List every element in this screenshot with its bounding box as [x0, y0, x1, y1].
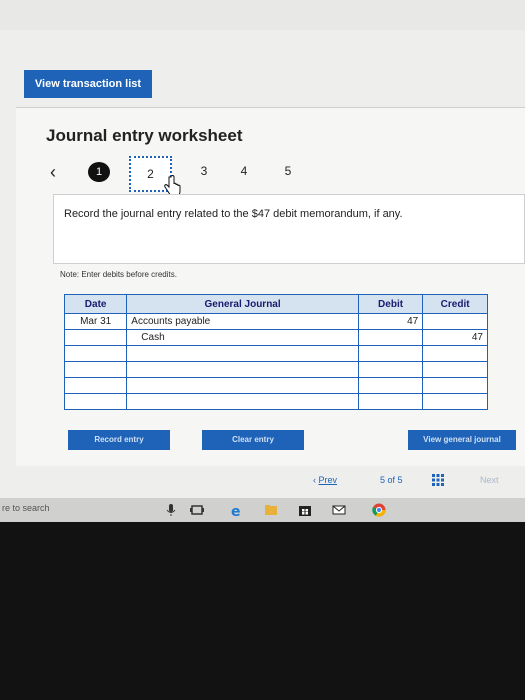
table-row — [63, 345, 488, 362]
worksheet-title: Journal entry worksheet — [46, 126, 243, 145]
instruction-text: Record the journal entry related to the … — [64, 208, 403, 220]
top-bar — [0, 0, 525, 30]
credit-cell[interactable] — [422, 377, 488, 394]
page-position: 5 of 5 — [380, 475, 403, 485]
instruction-box — [53, 194, 525, 264]
microphone-icon[interactable] — [164, 503, 178, 517]
date-cell[interactable] — [63, 393, 128, 410]
file-explorer-icon[interactable] — [264, 503, 278, 517]
mail-icon[interactable] — [332, 503, 346, 517]
step-1-button[interactable]: 1 — [88, 162, 110, 182]
debit-header: Debit — [357, 294, 424, 314]
account-cell[interactable]: Cash — [126, 329, 359, 346]
credit-cell[interactable] — [422, 393, 488, 410]
table-row — [63, 377, 488, 394]
chevron-left-icon[interactable]: ‹ — [50, 162, 56, 182]
view-transaction-list-button[interactable]: View transaction list — [24, 70, 152, 98]
taskbar-search-text[interactable]: re to search — [2, 503, 50, 513]
account-cell[interactable] — [126, 393, 359, 410]
date-cell[interactable]: Mar 31 — [63, 313, 128, 330]
edge-browser-icon[interactable]: e — [230, 503, 244, 517]
account-cell[interactable] — [126, 361, 359, 378]
credit-cell[interactable]: 47 — [422, 329, 488, 346]
view-general-journal-button[interactable]: View general journal — [408, 430, 516, 450]
account-cell[interactable]: Accounts payable — [126, 313, 359, 330]
next-button[interactable]: Next — [480, 475, 499, 485]
journal-table: Date General Journal Debit Credit Mar 31… — [63, 294, 488, 410]
store-icon[interactable] — [298, 503, 312, 517]
svg-text:e: e — [231, 504, 241, 517]
debit-cell[interactable] — [357, 345, 424, 362]
task-view-icon[interactable] — [190, 503, 204, 517]
credit-cell[interactable] — [422, 361, 488, 378]
note-text: Note: Enter debits before credits. — [60, 270, 177, 279]
account-header: General Journal — [126, 294, 359, 314]
debit-cell[interactable] — [357, 393, 424, 410]
step-3-button[interactable]: 3 — [194, 163, 214, 179]
table-row: Cash 47 — [63, 329, 488, 346]
clear-entry-button[interactable]: Clear entry — [202, 430, 304, 450]
prev-label: Prev — [318, 475, 338, 485]
account-cell[interactable] — [126, 377, 359, 394]
step-5-button[interactable]: 5 — [278, 163, 298, 179]
account-cell[interactable] — [126, 345, 359, 362]
date-cell[interactable] — [63, 361, 128, 378]
table-header-row: Date General Journal Debit Credit — [63, 294, 488, 314]
chrome-browser-icon[interactable] — [372, 503, 386, 517]
step-4-button[interactable]: 4 — [234, 163, 254, 179]
taskbar — [0, 498, 525, 522]
record-entry-button[interactable]: Record entry — [68, 430, 170, 450]
table-row — [63, 393, 488, 410]
credit-header: Credit — [422, 294, 488, 314]
browser-screen: View transaction list Journal entry work… — [0, 0, 525, 498]
worksheet-panel — [16, 107, 525, 466]
date-header: Date — [63, 294, 128, 314]
debit-cell[interactable]: 47 — [357, 313, 424, 330]
table-row: Mar 31 Accounts payable 47 — [63, 313, 488, 330]
credit-cell[interactable] — [422, 345, 488, 362]
date-cell[interactable] — [63, 377, 128, 394]
date-cell[interactable] — [63, 329, 128, 346]
monitor-bezel — [0, 522, 525, 700]
table-row — [63, 361, 488, 378]
debit-cell[interactable] — [357, 361, 424, 378]
grid-icon[interactable] — [432, 474, 444, 486]
debit-cell[interactable] — [357, 377, 424, 394]
debit-cell[interactable] — [357, 329, 424, 346]
prev-button[interactable]: ‹ Prev — [313, 475, 337, 485]
date-cell[interactable] — [63, 345, 128, 362]
credit-cell[interactable] — [422, 313, 488, 330]
